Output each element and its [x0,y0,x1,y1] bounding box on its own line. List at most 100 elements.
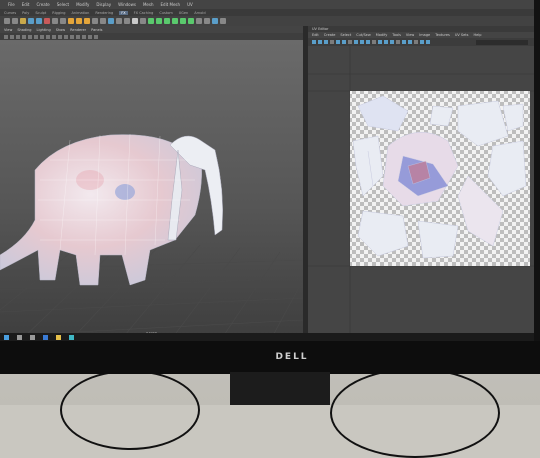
viewport-icon[interactable] [58,35,62,39]
uv-menu-item[interactable]: Tools [392,33,401,37]
menu-item[interactable]: Modify [76,2,89,7]
viewport-icon[interactable] [46,35,50,39]
menu-item[interactable]: Windows [118,2,136,7]
tool-icon[interactable] [84,18,90,24]
menu-item[interactable]: Create [36,2,49,7]
tool-icon[interactable] [132,18,138,24]
tool-icon[interactable] [180,18,186,24]
uv-tool-icon[interactable] [336,40,340,44]
uv-tool-icon[interactable] [312,40,316,44]
viewport-icon[interactable] [34,35,38,39]
folder-icon[interactable] [56,335,61,340]
uv-tool-icon[interactable] [342,40,346,44]
perspective-viewport[interactable]: View Shading Lighting Show Renderer Pane… [0,26,303,341]
tool-icon[interactable] [68,18,74,24]
viewport-icon[interactable] [16,35,20,39]
tool-icon[interactable] [4,18,10,24]
uv-menu-item[interactable]: Image [419,33,430,37]
uv-menu-item[interactable]: Help [473,33,481,37]
uv-tool-icon[interactable] [360,40,364,44]
uv-tool-icon[interactable] [402,40,406,44]
task-view-icon[interactable] [30,335,35,340]
tool-icon[interactable] [12,18,18,24]
tool-icon[interactable] [140,18,146,24]
uv-tool-icon[interactable] [354,40,358,44]
tool-icon[interactable] [196,18,202,24]
tool-icon[interactable] [148,18,154,24]
uv-tool-icon[interactable] [426,40,430,44]
uv-menu-item[interactable]: Modify [376,33,388,37]
tool-icon[interactable] [172,18,178,24]
viewport-menu-item[interactable]: Shading [17,28,31,32]
tool-icon[interactable] [52,18,58,24]
uv-tool-icon[interactable] [390,40,394,44]
viewport-icon[interactable] [40,35,44,39]
tool-icon[interactable] [156,18,162,24]
viewport-menu-item[interactable]: View [4,28,12,32]
shelf-tab[interactable]: Arnold [194,11,205,15]
viewport-icon[interactable] [52,35,56,39]
shelf-tab[interactable]: Curves [4,11,16,15]
tool-icon[interactable] [204,18,210,24]
shelf-tab[interactable]: Custom [159,11,172,15]
uv-menu-item[interactable]: UV Sets [455,33,469,37]
shelf-tab[interactable]: XGen [179,11,188,15]
menu-item[interactable]: Select [57,2,69,7]
shelf-tab[interactable]: Rigging [52,11,65,15]
viewport-icon[interactable] [88,35,92,39]
tool-icon[interactable] [100,18,106,24]
uv-tool-icon[interactable] [372,40,376,44]
tool-icon[interactable] [76,18,82,24]
menu-item[interactable]: UV [187,2,193,7]
uv-tool-icon[interactable] [366,40,370,44]
tool-icon[interactable] [44,18,50,24]
uv-tool-icon[interactable] [396,40,400,44]
tool-icon[interactable] [124,18,130,24]
uv-tool-icon[interactable] [348,40,352,44]
tool-icon[interactable] [188,18,194,24]
uv-menu-item[interactable]: Cut/Sew [356,33,370,37]
uv-menu-item[interactable]: View [406,33,414,37]
shelf-tab[interactable]: Poly [22,11,29,15]
tool-icon[interactable] [20,18,26,24]
tool-icon[interactable] [108,18,114,24]
viewport-icon[interactable] [64,35,68,39]
uv-tool-icon[interactable] [408,40,412,44]
menu-item[interactable]: Mesh [143,2,154,7]
uv-tool-icon[interactable] [384,40,388,44]
tool-icon[interactable] [164,18,170,24]
menu-item[interactable]: Display [96,2,111,7]
uv-tool-icon[interactable] [420,40,424,44]
maya-app-icon[interactable] [69,335,74,340]
tool-icon[interactable] [36,18,42,24]
viewport-menu-item[interactable]: Panels [91,28,102,32]
uv-tool-icon[interactable] [324,40,328,44]
viewport-menu-item[interactable]: Lighting [37,28,51,32]
menu-item[interactable]: Edit [22,2,30,7]
menu-item[interactable]: File [8,2,15,7]
menu-item[interactable]: Edit Mesh [161,2,181,7]
tool-icon[interactable] [116,18,122,24]
edge-browser-icon[interactable] [43,335,48,340]
viewport-menu-item[interactable]: Show [56,28,65,32]
viewport-icon[interactable] [4,35,8,39]
uv-menu-item[interactable]: Textures [435,33,450,37]
uv-set-field[interactable] [476,40,528,45]
tool-icon[interactable] [220,18,226,24]
shelf-tab[interactable]: Sculpt [35,11,46,15]
tool-icon[interactable] [212,18,218,24]
shelf-tab[interactable]: FX [119,11,127,15]
uv-tool-icon[interactable] [414,40,418,44]
windows-start-icon[interactable] [4,335,9,340]
uv-menu-item[interactable]: Edit [312,33,319,37]
viewport-icon[interactable] [28,35,32,39]
viewport-icon[interactable] [10,35,14,39]
viewport-icon[interactable] [82,35,86,39]
tool-icon[interactable] [60,18,66,24]
shelf-tab[interactable]: Animation [72,11,90,15]
viewport-icon[interactable] [22,35,26,39]
uv-tool-icon[interactable] [318,40,322,44]
uv-menu-item[interactable]: Create [324,33,336,37]
search-icon[interactable] [17,335,22,340]
viewport-menu-item[interactable]: Renderer [70,28,86,32]
